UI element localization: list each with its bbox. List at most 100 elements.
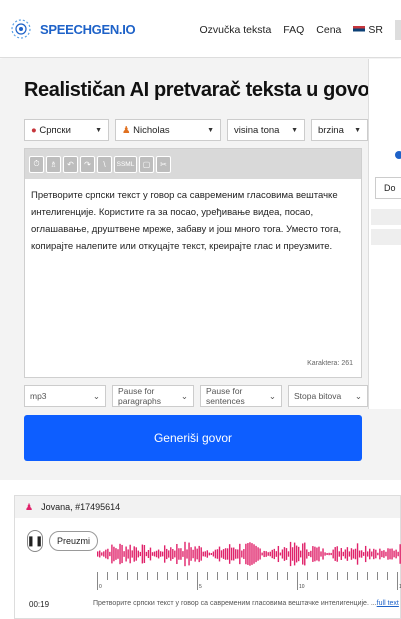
waveform-bar [385, 551, 387, 557]
current-time: 00:19 [29, 600, 50, 609]
waveform-bar [287, 551, 290, 557]
waveform-bar [350, 548, 353, 560]
waveform-bar [352, 549, 355, 559]
time-ruler: 051015 [97, 572, 401, 594]
waveform-bar [206, 550, 209, 558]
waveform-bar [328, 552, 330, 556]
waveform-bar [377, 552, 379, 556]
chevron-down-icon: ▼ [95, 126, 102, 134]
paragraph-pause-select[interactable]: Pause for paragraphs ⌄ [112, 385, 194, 407]
ruler-tick [357, 572, 358, 580]
waveform-bar [295, 545, 298, 563]
format-select[interactable]: mp3 ⌄ [24, 385, 106, 407]
waveform-bar [369, 548, 371, 560]
ssml-button[interactable]: SSML [114, 155, 137, 173]
waveform-bar [322, 548, 324, 560]
logo[interactable]: SPEECHGEN.IO [8, 16, 136, 42]
waveform-bar [293, 542, 296, 566]
waveform-bar [149, 547, 152, 561]
generate-button[interactable]: Generiši govor [24, 415, 362, 461]
side-list-item[interactable] [371, 229, 401, 245]
ruler-tick [317, 572, 318, 580]
bitrate-select[interactable]: Stopa bitova ⌄ [288, 385, 368, 407]
full-text-link[interactable]: full text [377, 600, 399, 607]
waveform-bar [360, 550, 363, 558]
nav-link-voiceover[interactable]: Ozvučka teksta [200, 24, 272, 36]
language-select[interactable]: ● Српски ▼ [24, 119, 109, 141]
sentence-pause-select[interactable]: Pause for sentences ⌄ [200, 385, 282, 407]
ruler-label: 5 [199, 584, 202, 590]
ruler-label: 0 [99, 584, 102, 590]
waveform-bar [277, 545, 280, 563]
ruler-tick [237, 572, 238, 580]
waveform-bar [308, 551, 310, 557]
waveform-bar [190, 547, 192, 561]
waveform-bar [371, 551, 373, 557]
ruler-tick [117, 572, 118, 580]
waveform-bar [271, 549, 273, 559]
editor-text[interactable]: Претворите српски текст у говор са савре… [25, 179, 361, 263]
ruler-tick [187, 572, 188, 580]
ruler-tick [387, 572, 388, 580]
waveform-bar [332, 549, 334, 559]
waveform-bar [237, 549, 239, 559]
waveform-bar [208, 552, 211, 556]
side-list-item[interactable] [371, 209, 401, 225]
waveform-bar [265, 551, 267, 557]
ruler-tick [107, 572, 108, 580]
waveform-bar [302, 543, 304, 565]
waveform-bar [375, 549, 377, 559]
waveform-bar [163, 545, 166, 563]
speed-select[interactable]: brzina ▼ [311, 119, 368, 141]
clear-format-icon[interactable]: \ [97, 155, 112, 173]
ruler-tick [157, 572, 158, 580]
ruler-tick [287, 572, 288, 580]
ruler-tick [177, 572, 178, 580]
serbian-flag-icon [353, 26, 366, 35]
waveform-bar [135, 547, 137, 561]
waveform-bar [314, 546, 316, 562]
waveform-bar [348, 551, 351, 557]
ruler-tick [227, 572, 228, 580]
waveform-bar [196, 548, 198, 560]
pause-icon[interactable]: ⏱ [29, 155, 44, 173]
copy-icon[interactable]: ▢ [139, 155, 154, 173]
waveform-bar [366, 551, 369, 557]
redo-icon[interactable]: ↷ [80, 155, 95, 173]
pause-button[interactable]: ❚❚ [27, 530, 43, 552]
waveform-bar [186, 549, 188, 559]
waveform-bar [133, 546, 135, 562]
chevron-down-icon: ⌄ [180, 390, 188, 401]
voice-select[interactable]: ♟ Nicholas ▼ [115, 119, 221, 141]
cut-icon[interactable]: ✂ [156, 155, 171, 173]
pitch-select[interactable]: visina tona ▼ [227, 119, 305, 141]
waveform-bar [356, 543, 359, 565]
undo-icon[interactable]: ↶ [63, 155, 78, 173]
waveform-bar [389, 548, 391, 560]
waveform-bar [218, 546, 221, 562]
waveform-bar [220, 550, 223, 558]
waveform-bar [393, 550, 395, 558]
ruler-tick [247, 572, 248, 580]
waveform-bar [168, 550, 170, 558]
waveform-bar [336, 546, 338, 562]
waveform[interactable] [97, 540, 401, 568]
waveform-bar [289, 541, 292, 567]
audio-player: ♟ Jovana, #17495614 ❚❚ Preuzmi 051015 00… [14, 495, 401, 619]
waveform-bar [326, 553, 328, 555]
flag-icon: ● [31, 124, 37, 136]
nav-link-faq[interactable]: FAQ [283, 24, 304, 36]
waveform-bar [338, 551, 340, 557]
text-editor[interactable]: ⏱ ♗ ↶ ↷ \ SSML ▢ ✂ Претворите српски тек… [24, 148, 362, 378]
main-section: Realističan AI pretvarač teksta u govor … [0, 59, 401, 480]
nav-button-edge[interactable] [395, 20, 401, 40]
waveform-bar [123, 551, 125, 557]
language-switcher[interactable]: SR [353, 24, 383, 36]
ruler-tick [147, 572, 148, 580]
download-button[interactable]: Preuzmi [49, 531, 99, 551]
accent-icon[interactable]: ♗ [46, 155, 61, 173]
waveform-bar [241, 550, 243, 558]
side-download-button[interactable]: Do [375, 177, 401, 199]
nav-link-price[interactable]: Cena [316, 24, 341, 36]
waveform-bar [300, 550, 302, 558]
